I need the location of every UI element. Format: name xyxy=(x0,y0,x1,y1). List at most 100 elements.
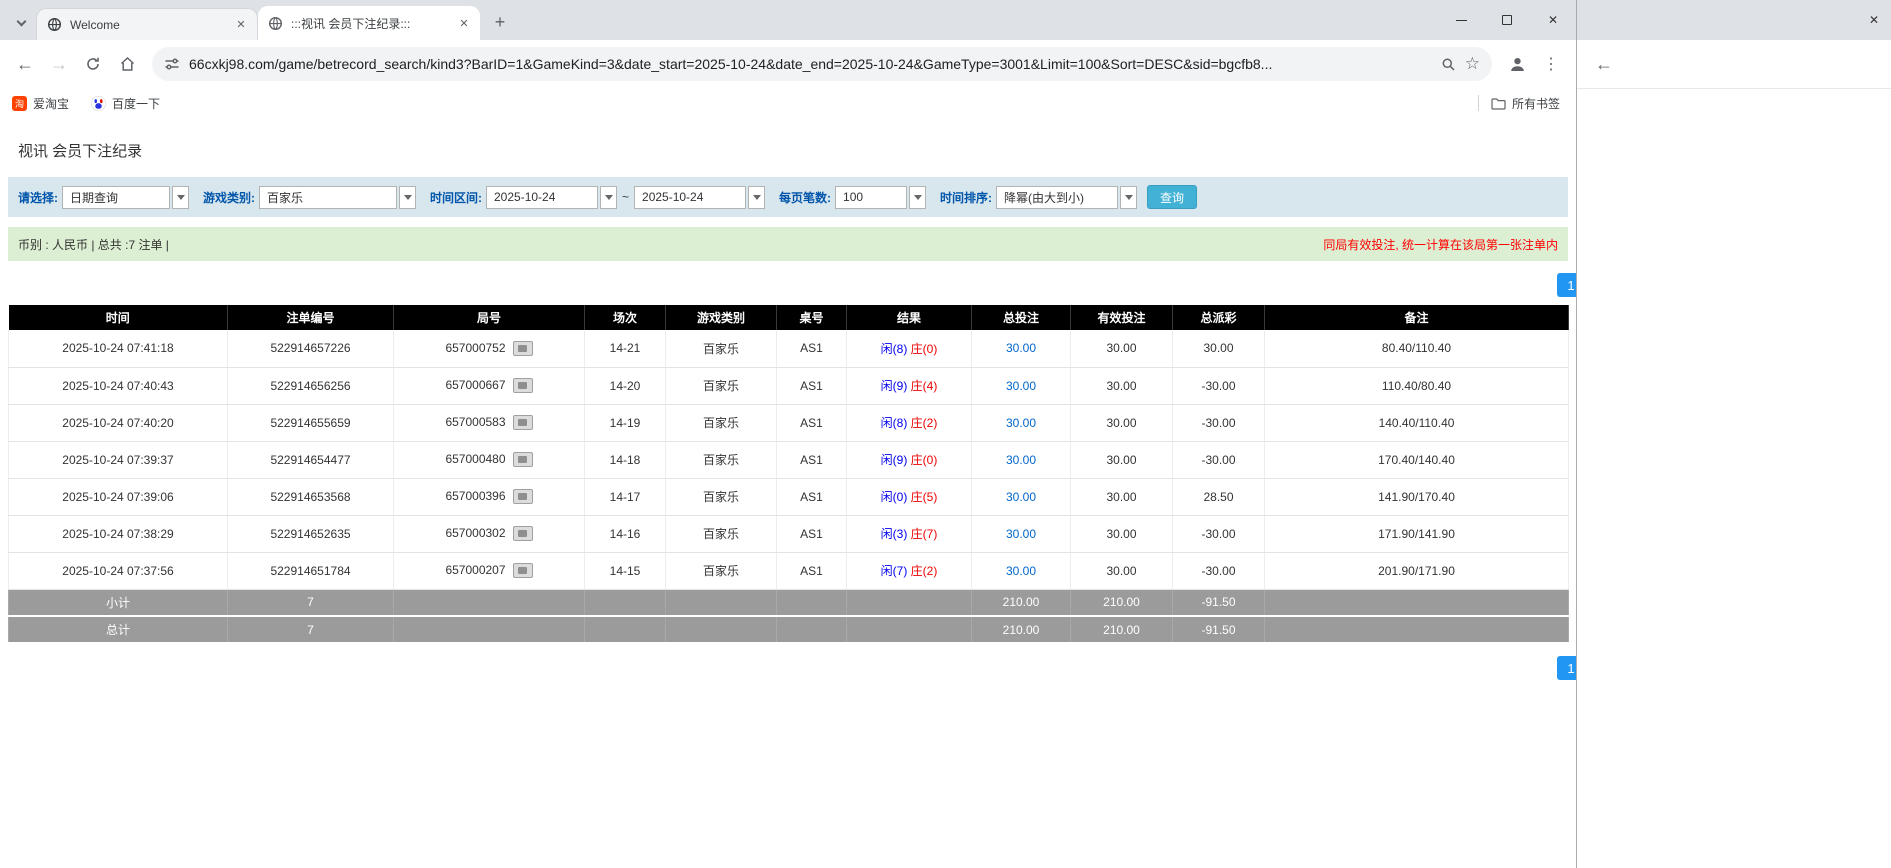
home-button[interactable] xyxy=(110,47,144,81)
home-icon xyxy=(119,56,136,72)
total-bet-link[interactable]: 30.00 xyxy=(1006,416,1036,430)
url-text[interactable]: 66cxkj98.com/game/betrecord_search/kind3… xyxy=(189,56,1432,72)
cell-game-type: 百家乐 xyxy=(666,478,777,515)
sum-cell: -91.50 xyxy=(1173,616,1265,643)
total-bet-link[interactable]: 30.00 xyxy=(1006,453,1036,467)
cell-valid-bet: 30.00 xyxy=(1071,441,1173,478)
cell-result: 闲(3) 庄(7) xyxy=(847,515,972,552)
sum-label: 总计 xyxy=(9,616,228,643)
dropdown-arrow-icon[interactable] xyxy=(600,186,617,209)
tab-close-icon[interactable]: ✕ xyxy=(456,15,472,31)
forward-button[interactable]: → xyxy=(42,47,76,81)
page-number-button[interactable]: 1 xyxy=(1557,656,1576,680)
dropdown-arrow-icon[interactable] xyxy=(172,186,189,209)
tab-search-button[interactable] xyxy=(6,6,36,40)
cell-result: 闲(9) 庄(4) xyxy=(847,367,972,404)
close-button[interactable]: ✕ xyxy=(1859,0,1889,40)
dropdown-arrow-icon[interactable] xyxy=(748,186,765,209)
total-bet-link[interactable]: 30.00 xyxy=(1006,490,1036,504)
cell-game-type: 百家乐 xyxy=(666,515,777,552)
bookmark-taobao[interactable]: 淘 爱淘宝 xyxy=(12,95,69,112)
back-button[interactable]: ← xyxy=(8,47,42,81)
sum-cell xyxy=(585,616,666,643)
page-size-select[interactable]: 100 xyxy=(835,186,926,209)
sort-select[interactable]: 降幂(由大到小) xyxy=(996,186,1137,209)
cell-bet-number: 522914655659 xyxy=(228,404,394,441)
dropdown-arrow-icon[interactable] xyxy=(399,186,416,209)
new-tab-button[interactable]: + xyxy=(486,8,514,36)
bet-records-table: 时间注单编号局号场次游戏类别桌号结果总投注有效投注总派彩备注 2025-10-2… xyxy=(8,305,1569,644)
close-button[interactable]: ✕ xyxy=(1530,0,1576,40)
cell-total-bet: 30.00 xyxy=(972,330,1071,367)
bookmark-label: 爱淘宝 xyxy=(33,95,69,112)
game-type-value[interactable]: 百家乐 xyxy=(259,186,397,209)
cell-bet-number: 522914656256 xyxy=(228,367,394,404)
zoom-icon[interactable] xyxy=(1441,57,1456,72)
round-detail-icon[interactable] xyxy=(513,489,533,504)
result-player: 闲(9) xyxy=(881,453,908,467)
minimize-button[interactable] xyxy=(1438,0,1484,40)
column-header: 局号 xyxy=(394,305,585,330)
tab-welcome[interactable]: Welcome ✕ xyxy=(36,8,258,40)
round-detail-icon[interactable] xyxy=(513,341,533,356)
pagination-top: 1 xyxy=(0,273,1576,297)
date-start-value[interactable]: 2025-10-24 xyxy=(486,186,598,209)
back-button[interactable]: ← xyxy=(1587,47,1621,81)
round-detail-icon[interactable] xyxy=(513,526,533,541)
round-detail-icon[interactable] xyxy=(513,378,533,393)
total-bet-link[interactable]: 30.00 xyxy=(1006,527,1036,541)
result-banker: 庄(2) xyxy=(911,416,938,430)
date-start-select[interactable]: 2025-10-24 xyxy=(486,186,617,209)
bookmark-star-icon[interactable]: ☆ xyxy=(1465,54,1480,74)
page-content: 视讯 会员下注纪录 请选择: 日期查询 游戏类别: 百家乐 时间区间: 2025… xyxy=(0,118,1576,868)
all-bookmarks-button[interactable]: 所有书签 xyxy=(1491,95,1560,112)
cell-session: 14-17 xyxy=(585,478,666,515)
bet-table-body: 2025-10-24 07:41:18 522914657226 6570007… xyxy=(9,330,1569,643)
sort-value[interactable]: 降幂(由大到小) xyxy=(996,186,1118,209)
cell-session: 14-16 xyxy=(585,515,666,552)
cell-time: 2025-10-24 07:37:56 xyxy=(9,552,228,589)
page-number-button[interactable]: 1 xyxy=(1557,273,1576,297)
search-button[interactable]: 查询 xyxy=(1147,185,1197,209)
date-end-select[interactable]: 2025-10-24 xyxy=(634,186,765,209)
column-header: 场次 xyxy=(585,305,666,330)
all-bookmarks-label: 所有书签 xyxy=(1512,95,1560,112)
sum-cell: 210.00 xyxy=(1071,589,1173,616)
tab-title: Welcome xyxy=(70,18,225,32)
result-banker: 庄(7) xyxy=(911,527,938,541)
currency-total-text: 币别 : 人民币 | 总共 :7 注单 | xyxy=(18,236,169,253)
round-detail-icon[interactable] xyxy=(513,415,533,430)
cell-bet-number: 522914654477 xyxy=(228,441,394,478)
round-detail-icon[interactable] xyxy=(513,563,533,578)
profile-button[interactable] xyxy=(1500,47,1534,81)
date-end-value[interactable]: 2025-10-24 xyxy=(634,186,746,209)
sum-cell xyxy=(847,589,972,616)
game-type-select[interactable]: 百家乐 xyxy=(259,186,416,209)
cell-remark: 140.40/110.40 xyxy=(1265,404,1569,441)
browser-menu-button[interactable]: ⋮ xyxy=(1534,47,1568,81)
refresh-button[interactable] xyxy=(76,47,110,81)
cell-payout: -30.00 xyxy=(1173,552,1265,589)
site-settings-icon[interactable] xyxy=(164,56,180,72)
tab-bet-records[interactable]: :::视讯 会员下注纪录::: ✕ xyxy=(258,6,480,40)
column-header: 结果 xyxy=(847,305,972,330)
round-detail-icon[interactable] xyxy=(513,452,533,467)
address-bar[interactable]: 66cxkj98.com/game/betrecord_search/kind3… xyxy=(152,47,1492,81)
bookmark-baidu[interactable]: 百度一下 xyxy=(91,95,160,112)
dropdown-arrow-icon[interactable] xyxy=(1120,186,1137,209)
dropdown-arrow-icon[interactable] xyxy=(909,186,926,209)
cell-round-number: 657000207 xyxy=(394,552,585,589)
query-type-value[interactable]: 日期查询 xyxy=(62,186,170,209)
game-type-label: 游戏类别: xyxy=(203,189,255,206)
total-bet-link[interactable]: 30.00 xyxy=(1006,379,1036,393)
cell-time: 2025-10-24 07:39:06 xyxy=(9,478,228,515)
total-bet-link[interactable]: 30.00 xyxy=(1006,564,1036,578)
tab-close-icon[interactable]: ✕ xyxy=(233,17,249,33)
window-controls: ✕ xyxy=(1438,0,1576,40)
maximize-button[interactable] xyxy=(1484,0,1530,40)
total-bet-link[interactable]: 30.00 xyxy=(1006,341,1036,355)
query-type-select[interactable]: 日期查询 xyxy=(62,186,189,209)
cell-remark: 171.90/141.90 xyxy=(1265,515,1569,552)
page-size-value[interactable]: 100 xyxy=(835,186,907,209)
column-header: 桌号 xyxy=(777,305,847,330)
